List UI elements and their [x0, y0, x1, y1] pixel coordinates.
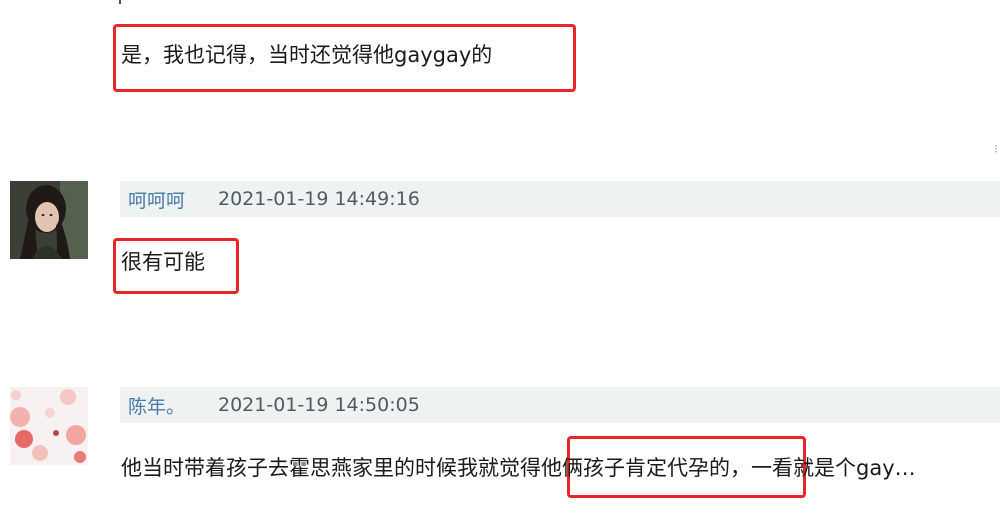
comment-text-3-highlighted: 他俩孩子肯定代孕的，	[541, 456, 751, 480]
comment-text-3-part-2: 一看就是个gay…	[751, 456, 916, 480]
username[interactable]: 呵呵呵	[128, 186, 218, 213]
timestamp: 2021-01-19 14:50:05	[218, 394, 420, 416]
comment-text-3-part-1: 他当时带着孩子去霍思燕家里的时候我就觉得	[121, 456, 541, 480]
username[interactable]: 陈年。	[128, 392, 218, 419]
avatar[interactable]	[10, 387, 88, 465]
scroll-marker[interactable]: ⁝	[994, 142, 1000, 156]
avatar[interactable]	[10, 181, 88, 259]
avatar-photo-icon	[10, 181, 88, 259]
timestamp: 2021-01-19 14:49:16	[218, 188, 420, 210]
comment-text-1: 是，我也记得，当时还觉得他gaygay的	[121, 43, 493, 67]
divider-tick	[119, 0, 121, 4]
comment-text-2: 很有可能	[121, 250, 205, 274]
avatar-flowers-icon	[10, 387, 88, 465]
comment-meta-bar: 陈年。 2021-01-19 14:50:05	[120, 387, 1000, 423]
comment-text-3: 他当时带着孩子去霍思燕家里的时候我就觉得他俩孩子肯定代孕的，一看就是个gay…	[121, 455, 916, 481]
comment-meta-bar: 呵呵呵 2021-01-19 14:49:16	[120, 181, 1000, 217]
